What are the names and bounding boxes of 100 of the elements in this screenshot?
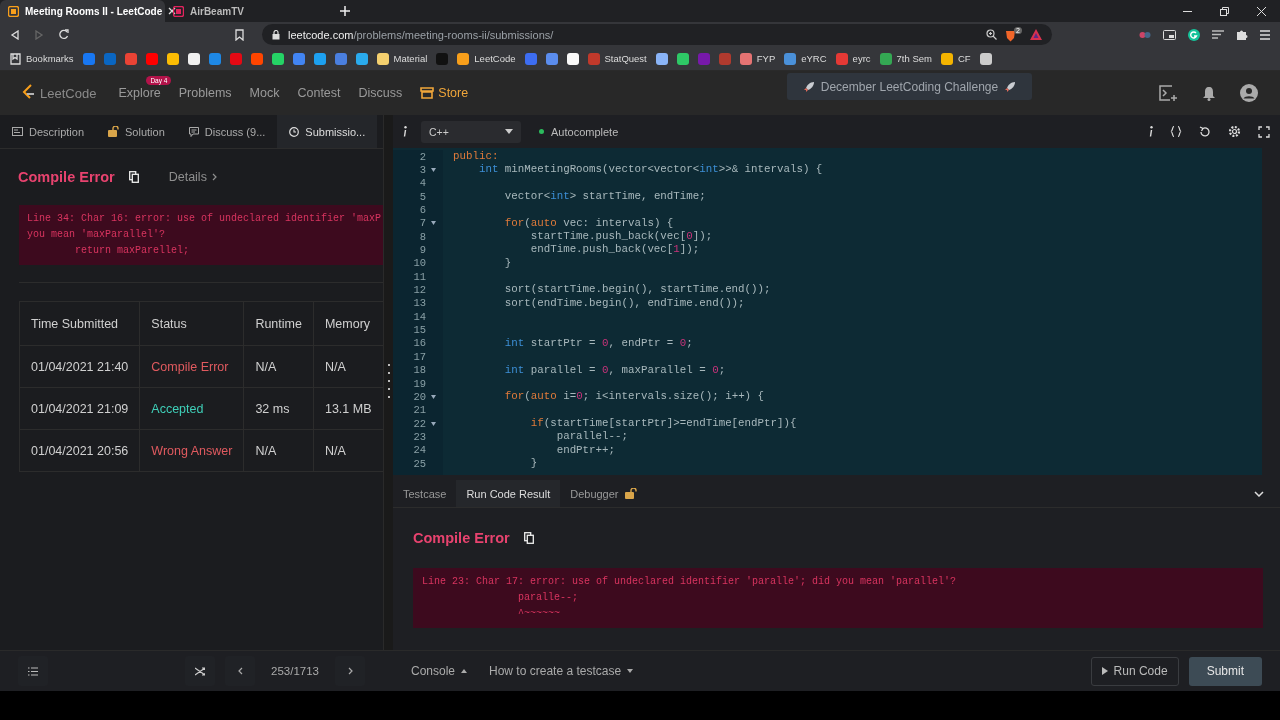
panel-tab[interactable]: Description <box>0 115 97 148</box>
fold-arrow-icon[interactable] <box>431 394 436 399</box>
bookmark-link[interactable]: eYRC <box>784 52 827 65</box>
site-icon[interactable] <box>166 52 179 65</box>
line-number: 3 <box>418 164 426 176</box>
bookmark-link[interactable]: LeetCode <box>457 52 516 65</box>
bookmark-link[interactable]: FYP <box>739 52 776 65</box>
restore-icon[interactable] <box>1220 6 1229 16</box>
bell-icon[interactable] <box>1202 85 1216 101</box>
copy-icon[interactable] <box>523 532 534 544</box>
site-icon[interactable] <box>655 52 668 65</box>
collapse-icon[interactable] <box>1254 490 1264 497</box>
language-select[interactable]: C++ <box>421 120 521 143</box>
avatar-icon[interactable] <box>1240 84 1258 102</box>
browser-tab[interactable]: AirBeamTV <box>165 0 330 22</box>
shuffle-icon <box>195 666 206 676</box>
status-link[interactable]: Accepted <box>139 387 244 430</box>
column-header: Time Submitted <box>19 301 140 346</box>
braces-icon[interactable] <box>1170 126 1182 137</box>
result-status: Compile Error <box>413 530 510 546</box>
code-line: if(startTime[startPtr]>=endTime[endPtr]){ <box>529 416 797 429</box>
reset-icon[interactable] <box>1199 125 1211 138</box>
column-header: Status <box>139 301 244 346</box>
site-icon[interactable] <box>187 52 200 65</box>
nav-link[interactable]: Explore <box>118 86 161 100</box>
close-icon[interactable] <box>168 7 177 15</box>
code-line: parallel--; <box>555 430 628 443</box>
bookmark-link[interactable]: CF <box>940 52 971 65</box>
bookmark-link[interactable]: 7th Sem <box>879 52 932 65</box>
site-icon[interactable] <box>355 52 368 65</box>
nav-link[interactable]: Discuss <box>358 86 403 100</box>
code-line: } <box>529 456 538 469</box>
line-number: 7 <box>418 217 426 230</box>
run-code-button[interactable]: Run Code <box>1090 656 1179 686</box>
reload-icon[interactable] <box>58 29 69 40</box>
line-number: 16 <box>412 337 426 350</box>
line-number: 15 <box>412 324 426 337</box>
console-tab[interactable]: Testcase <box>393 480 457 507</box>
site-icon[interactable] <box>271 52 284 65</box>
submit-button[interactable]: Submit <box>1188 656 1262 686</box>
line-number: 6 <box>418 204 426 217</box>
new-tab-icon[interactable] <box>340 6 350 16</box>
triangle-icon[interactable] <box>1030 29 1042 40</box>
console-tab[interactable]: Run Code Result <box>456 480 561 507</box>
settings-icon[interactable] <box>1228 125 1241 138</box>
line-number: 23 <box>412 430 426 443</box>
table-cell: N/A <box>243 345 314 388</box>
line-number: 14 <box>412 310 426 323</box>
zoom-icon[interactable] <box>986 29 997 40</box>
line-number: 19 <box>412 377 426 390</box>
column-header: Runtime <box>243 301 314 346</box>
logo[interactable]: LeetCode <box>22 84 97 102</box>
fold-arrow-icon[interactable] <box>431 421 436 426</box>
console-tab[interactable]: Debugger <box>560 480 647 507</box>
nav-link[interactable]: Contest <box>297 86 341 100</box>
nav-link[interactable]: Problems <box>178 86 232 100</box>
info-icon[interactable] <box>403 126 407 137</box>
status-link[interactable]: Compile Error <box>139 345 244 388</box>
bookmark-link[interactable]: StatQuest <box>587 52 647 65</box>
code-line: } <box>503 256 512 269</box>
extension-icon[interactable] <box>1139 29 1151 40</box>
line-number: 4 <box>418 177 426 190</box>
info-icon[interactable] <box>1149 126 1153 137</box>
nav-link[interactable]: Mock <box>249 86 280 100</box>
puzzle-icon[interactable] <box>1236 28 1248 41</box>
autocomplete-toggle[interactable]: Autocomplete <box>539 125 619 138</box>
code-line: startTime.push_back(vec[0]); <box>529 230 713 243</box>
fold-arrow-icon[interactable] <box>431 221 436 226</box>
grammar-icon[interactable] <box>1188 28 1200 41</box>
bookmark-icon[interactable] <box>235 28 244 41</box>
bookmark-link[interactable]: Material <box>376 52 428 65</box>
site-icon[interactable] <box>566 52 579 65</box>
list-icon[interactable] <box>1212 30 1224 39</box>
menu-icon[interactable] <box>1260 29 1270 40</box>
store-link[interactable]: Store <box>420 86 469 100</box>
testcase-help-dropdown[interactable]: How to create a testcase <box>489 664 634 678</box>
site-icon[interactable] <box>676 52 689 65</box>
fullscreen-icon[interactable] <box>1258 125 1270 138</box>
challenge-banner[interactable]: December LeetCoding Challenge <box>787 73 1032 100</box>
panel-tab[interactable]: Solution <box>96 115 177 148</box>
details-link[interactable]: Details <box>168 170 217 184</box>
copy-icon[interactable] <box>128 171 139 183</box>
panel-tab[interactable]: Discuss (9... <box>176 115 278 148</box>
chevron-right-icon <box>347 667 353 675</box>
fold-arrow-icon[interactable] <box>431 168 436 172</box>
panel-tab[interactable]: Submissio... <box>277 115 378 148</box>
line-number: 13 <box>412 297 426 310</box>
back-icon[interactable] <box>10 29 20 40</box>
console-toggle[interactable]: Console <box>411 664 468 678</box>
bookmarks-menu[interactable]: Bookmarks <box>10 52 74 65</box>
table-cell: 01/04/2021 21:40 <box>19 345 140 388</box>
line-number: 9 <box>418 244 426 257</box>
status-link[interactable]: Wrong Answer <box>139 429 244 472</box>
play-icon <box>1101 667 1108 675</box>
close-icon[interactable] <box>1257 6 1266 16</box>
line-number: 10 <box>412 257 426 270</box>
bookmark-link[interactable]: eyrc <box>835 52 871 65</box>
site-icon[interactable] <box>979 52 992 65</box>
terminal-icon[interactable] <box>1159 85 1178 101</box>
code-line: sort(endTime.begin(), endTime.end()); <box>503 296 745 309</box>
